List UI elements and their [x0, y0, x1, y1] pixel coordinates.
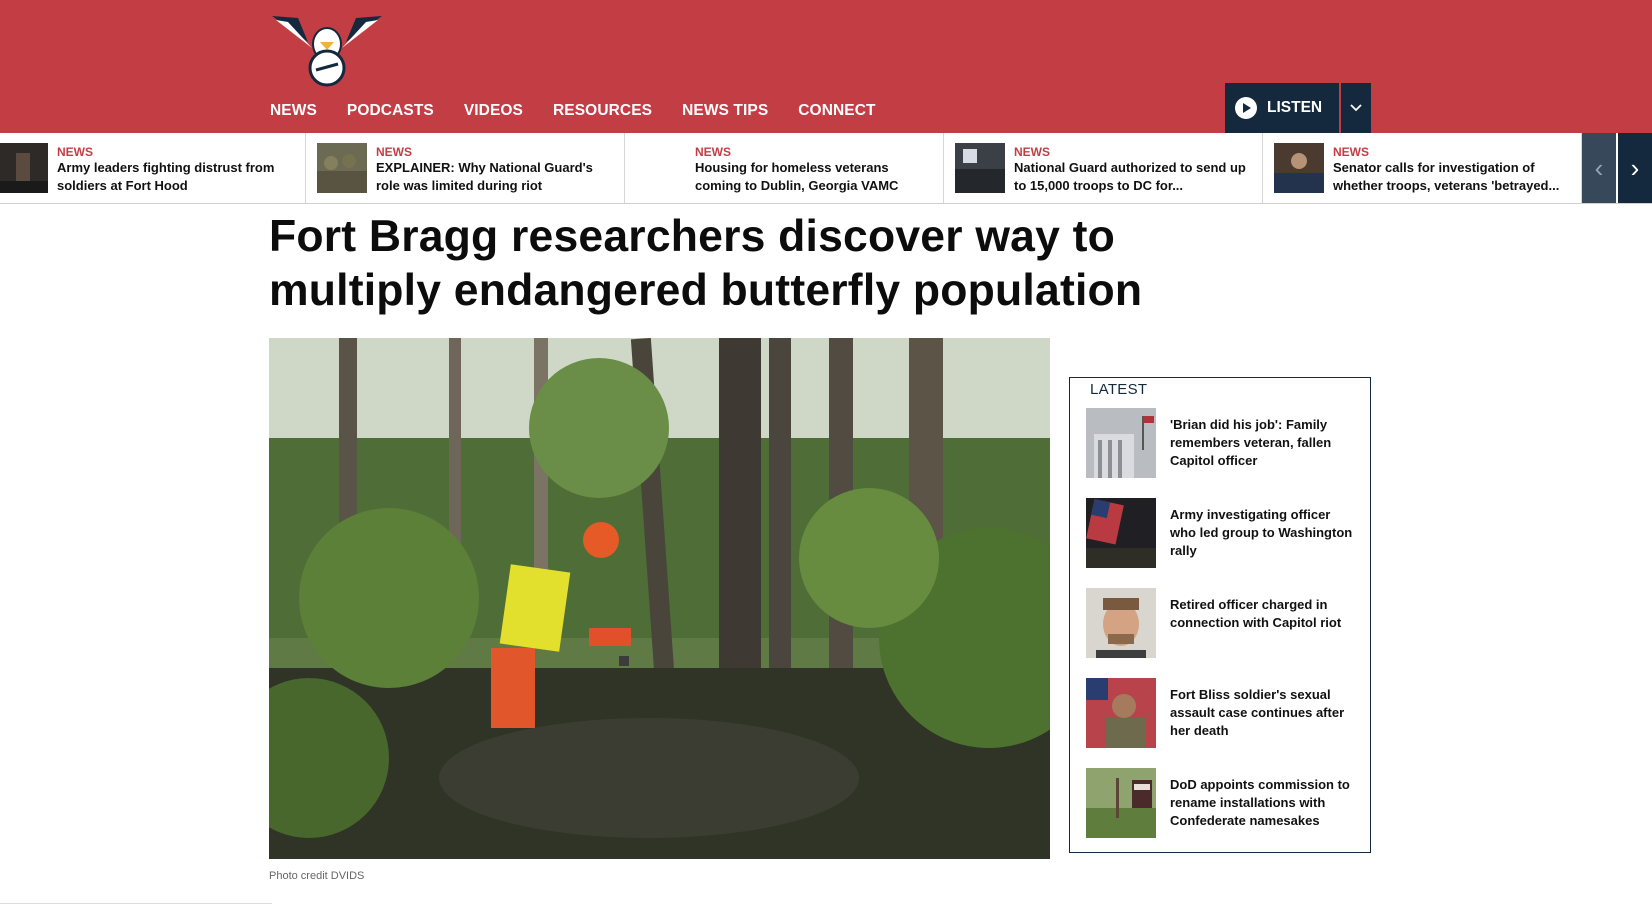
nav-news[interactable]: NEWS	[270, 102, 317, 120]
ticker-thumbnail	[1274, 143, 1324, 193]
latest-item-title: Fort Bliss soldier's sexual assault case…	[1170, 687, 1345, 738]
latest-thumbnail	[1086, 498, 1156, 568]
eagle-flag-logo[interactable]	[268, 8, 386, 90]
news-ticker: NEWS Army leaders fighting distrust from…	[0, 133, 1652, 204]
latest-item-title: Army investigating officer who led group…	[1170, 507, 1353, 558]
nav-connect[interactable]: CONNECT	[798, 102, 875, 120]
latest-thumbnail	[1086, 588, 1156, 658]
ticker-category: NEWS	[1014, 145, 1050, 159]
ticker-item[interactable]: NEWS EXPLAINER: Why National Guard's rol…	[307, 133, 625, 203]
listen-dropdown-button[interactable]	[1339, 83, 1371, 133]
ticker-title: Army leaders fighting distrust from sold…	[57, 160, 275, 193]
ticker-title: National Guard authorized to send up to …	[1014, 160, 1246, 193]
ticker-item[interactable]: NEWS Senator calls for investigation of …	[1264, 133, 1582, 203]
latest-item[interactable]: Fort Bliss soldier's sexual assault case…	[1086, 678, 1358, 748]
ticker-category: NEWS	[57, 145, 93, 159]
hero-image	[269, 338, 1050, 859]
latest-item-title: DoD appoints commission to rename instal…	[1170, 777, 1350, 828]
nav-resources[interactable]: RESOURCES	[553, 102, 652, 120]
latest-item[interactable]: DoD appoints commission to rename instal…	[1086, 768, 1358, 838]
article-headline: Fort Bragg researchers discover way to m…	[269, 212, 1143, 315]
listen-label: LISTEN	[1267, 99, 1323, 116]
ticker-thumbnail	[955, 143, 1005, 193]
nav-news-tips[interactable]: NEWS TIPS	[682, 102, 768, 120]
chevron-right-icon: ›	[1630, 153, 1640, 183]
latest-sidebar: LATEST 'Brian did his job': Family remem…	[1069, 377, 1371, 853]
ticker-item[interactable]: NEWS Housing for homeless veterans comin…	[626, 133, 944, 203]
latest-item[interactable]: Retired officer charged in connection wi…	[1086, 588, 1358, 658]
latest-thumbnail	[1086, 678, 1156, 748]
ticker-title: Senator calls for investigation of wheth…	[1333, 160, 1560, 193]
ticker-item[interactable]: NEWS Army leaders fighting distrust from…	[0, 133, 306, 203]
latest-item[interactable]: Army investigating officer who led group…	[1086, 498, 1358, 568]
site-header: NEWS PODCASTS VIDEOS RESOURCES NEWS TIPS…	[0, 0, 1652, 133]
ticker-thumbnail	[317, 143, 367, 193]
main-nav: NEWS PODCASTS VIDEOS RESOURCES NEWS TIPS…	[270, 102, 876, 120]
ticker-title: Housing for homeless veterans coming to …	[695, 160, 899, 193]
chevron-down-icon	[1350, 104, 1362, 112]
ticker-category: NEWS	[695, 145, 731, 159]
ticker-category: NEWS	[376, 145, 412, 159]
latest-thumbnail	[1086, 768, 1156, 838]
play-icon	[1235, 97, 1257, 119]
ticker-item[interactable]: NEWS National Guard authorized to send u…	[945, 133, 1263, 203]
nav-podcasts[interactable]: PODCASTS	[347, 102, 434, 120]
ticker-next-button[interactable]: ›	[1618, 133, 1652, 203]
photo-credit: Photo credit DVIDS	[269, 870, 365, 882]
nav-videos[interactable]: VIDEOS	[464, 102, 523, 120]
latest-item-title: 'Brian did his job': Family remembers ve…	[1170, 417, 1332, 468]
ticker-category: NEWS	[1333, 145, 1369, 159]
ticker-prev-button[interactable]: ‹	[1582, 133, 1616, 203]
latest-title: LATEST	[1090, 381, 1148, 398]
latest-item[interactable]: 'Brian did his job': Family remembers ve…	[1086, 408, 1358, 478]
ticker-title: EXPLAINER: Why National Guard's role was…	[376, 160, 593, 193]
latest-thumbnail	[1086, 408, 1156, 478]
ticker-thumbnail	[0, 143, 48, 193]
chevron-left-icon: ‹	[1594, 153, 1604, 183]
latest-item-title: Retired officer charged in connection wi…	[1170, 597, 1342, 630]
divider	[0, 903, 272, 904]
